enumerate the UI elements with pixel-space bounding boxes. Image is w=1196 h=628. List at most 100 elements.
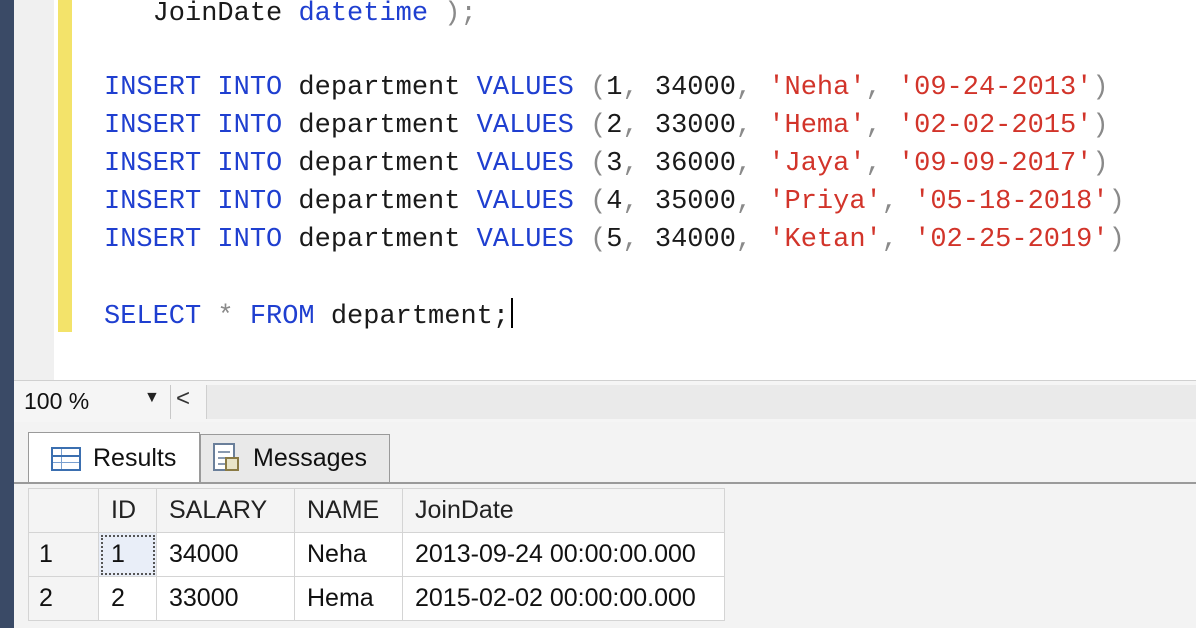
code-token: , (622, 225, 655, 255)
code-token: 1 (606, 73, 623, 103)
code-token: ) (1092, 111, 1109, 141)
code-token: 'Neha' (768, 73, 866, 103)
table-row[interactable]: 1 1 34000 Neha 2013-09-24 00:00:00.000 (28, 532, 725, 577)
grid-header-row: ID SALARY NAME JoinDate (28, 488, 725, 533)
code-token: ) (1108, 187, 1125, 217)
column-header-id[interactable]: ID (98, 488, 157, 533)
code-token: 34000 (654, 73, 736, 103)
messages-icon (211, 442, 241, 475)
tab-baseline (14, 482, 1196, 484)
code-token: , (622, 73, 655, 103)
tab-results[interactable]: Results (28, 432, 200, 484)
code-token: 4 (606, 187, 623, 217)
code-token: INSERT INTO (104, 149, 283, 179)
scroll-left-button[interactable]: < (176, 385, 190, 413)
code-token: INSERT INTO (104, 225, 283, 255)
code-token: ) (1092, 73, 1109, 103)
code-line[interactable]: JoinDate datetime ); (104, 0, 477, 32)
cell-name[interactable]: Neha (294, 532, 403, 577)
code-token: , (735, 111, 769, 141)
cell-id[interactable]: 1 (98, 532, 157, 577)
cell-joindate[interactable]: 2013-09-24 00:00:00.000 (402, 532, 725, 577)
cell-name[interactable]: Hema (294, 576, 403, 621)
code-line[interactable]: INSERT INTO department VALUES (4, 35000,… (104, 184, 1125, 220)
code-token: , (622, 149, 655, 179)
code-token: , (735, 187, 769, 217)
code-token: 'Ketan' (768, 225, 882, 255)
code-token: ( (573, 73, 607, 103)
code-line[interactable]: INSERT INTO department VALUES (3, 36000,… (104, 146, 1109, 182)
code-token: 36000 (654, 149, 736, 179)
query-editor[interactable]: JoinDate datetime ); INSERT INTO departme… (72, 0, 1196, 380)
text-caret (511, 298, 514, 328)
code-token: ); (428, 0, 477, 29)
code-token: SELECT (104, 302, 202, 332)
code-token: department; (314, 302, 510, 332)
code-token: , (735, 149, 769, 179)
cell-salary[interactable]: 34000 (156, 532, 295, 577)
code-token: VALUES (476, 111, 574, 141)
code-token: , (881, 187, 915, 217)
results-grid[interactable]: ID SALARY NAME JoinDate 1 1 34000 Neha 2… (28, 488, 725, 621)
code-line[interactable]: INSERT INTO department VALUES (1, 34000,… (104, 70, 1109, 106)
code-token: VALUES (476, 187, 574, 217)
code-token: 'Hema' (768, 111, 866, 141)
change-tracking-bar (58, 0, 72, 332)
code-token: 'Priya' (768, 187, 882, 217)
code-token: , (622, 187, 655, 217)
cell-id[interactable]: 2 (98, 576, 157, 621)
code-token: ( (573, 149, 607, 179)
code-token: department (282, 187, 477, 217)
code-token: '05-18-2018' (914, 187, 1109, 217)
code-token: ) (1108, 225, 1125, 255)
column-header-name[interactable]: NAME (294, 488, 403, 533)
editor-gutter (14, 0, 54, 380)
code-token: '09-09-2017' (897, 149, 1093, 179)
code-token: , (735, 225, 769, 255)
grid-icon (51, 446, 81, 471)
code-token: VALUES (476, 225, 574, 255)
code-line[interactable]: INSERT INTO department VALUES (5, 34000,… (104, 222, 1125, 258)
code-token: 33000 (654, 111, 736, 141)
code-token: * (201, 302, 250, 332)
caret-down-icon[interactable]: ▼ (144, 389, 160, 407)
tab-results-label: Results (93, 444, 177, 472)
code-token: , (881, 225, 915, 255)
grid-corner[interactable] (28, 488, 99, 533)
code-token: INSERT INTO (104, 111, 283, 141)
zoom-separator (170, 385, 171, 419)
row-number[interactable]: 2 (28, 576, 99, 621)
tab-messages[interactable]: Messages (200, 434, 390, 482)
cell-salary[interactable]: 33000 (156, 576, 295, 621)
cell-joindate[interactable]: 2015-02-02 00:00:00.000 (402, 576, 725, 621)
code-token: datetime (298, 0, 429, 29)
code-line[interactable]: INSERT INTO department VALUES (2, 33000,… (104, 108, 1109, 144)
code-token: 2 (606, 111, 623, 141)
code-token: 34000 (654, 225, 736, 255)
code-token: '02-25-2019' (914, 225, 1109, 255)
results-pane: Results Messages ID SALARY NAME JoinDate (14, 422, 1196, 628)
code-token: VALUES (476, 73, 574, 103)
code-token: JoinDate (104, 0, 299, 29)
code-token: '02-02-2015' (897, 111, 1093, 141)
code-token: 3 (606, 149, 623, 179)
code-token: INSERT INTO (104, 73, 283, 103)
code-token: department (282, 73, 477, 103)
row-number[interactable]: 1 (28, 532, 99, 577)
code-token: FROM (249, 302, 315, 332)
zoom-level[interactable]: 100 % (24, 388, 89, 415)
zoom-bar: 100 % ▼ < (14, 380, 1196, 424)
code-token: department (282, 111, 477, 141)
code-token: department (282, 225, 477, 255)
code-token: ( (573, 111, 607, 141)
code-token: , (622, 111, 655, 141)
code-token: VALUES (476, 149, 574, 179)
horizontal-scrollbar[interactable] (206, 385, 1196, 419)
code-token: ) (1092, 149, 1109, 179)
table-row[interactable]: 2 2 33000 Hema 2015-02-02 00:00:00.000 (28, 576, 725, 621)
column-header-salary[interactable]: SALARY (156, 488, 295, 533)
code-line[interactable]: SELECT * FROM department; (104, 298, 514, 335)
column-header-joindate[interactable]: JoinDate (402, 488, 725, 533)
code-token: 'Jaya' (768, 149, 866, 179)
code-token: '09-24-2013' (897, 73, 1093, 103)
